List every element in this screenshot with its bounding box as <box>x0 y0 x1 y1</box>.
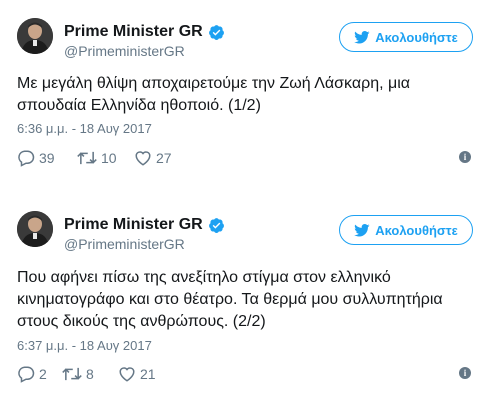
user-handle[interactable]: @PrimeministerGR <box>64 43 185 59</box>
like-count: 27 <box>156 150 172 166</box>
info-icon[interactable]: i <box>459 367 471 379</box>
follow-button[interactable]: Ακολουθήστε <box>339 22 473 52</box>
retweet-icon <box>77 151 97 165</box>
follow-button-label: Ακολουθήστε <box>375 29 458 45</box>
reply-count: 39 <box>39 150 55 166</box>
tweet-actions: 39 10 27 i <box>17 148 471 168</box>
verified-badge-icon <box>208 24 224 40</box>
heart-icon <box>135 151 151 166</box>
avatar[interactable] <box>17 18 53 54</box>
follow-button[interactable]: Ακολουθήστε <box>339 215 473 245</box>
retweet-count: 10 <box>101 150 117 166</box>
tweet-actions: 2 8 21 i <box>17 364 471 384</box>
twitter-bird-icon <box>354 223 370 236</box>
retweet-action[interactable]: 8 <box>62 365 118 383</box>
display-name[interactable]: Prime Minister GR <box>64 23 225 41</box>
tweet-card: Prime Minister GR @PrimeministerGR Ακολο… <box>0 0 493 180</box>
like-count: 21 <box>140 366 156 382</box>
avatar[interactable] <box>17 211 53 247</box>
avatar-photo-icon <box>17 211 53 247</box>
user-handle[interactable]: @PrimeministerGR <box>64 236 185 252</box>
display-name[interactable]: Prime Minister GR <box>64 216 225 234</box>
reply-count: 2 <box>39 366 47 382</box>
reply-action[interactable]: 39 <box>17 149 77 167</box>
follow-button-label: Ακολουθήστε <box>375 222 458 238</box>
reply-icon <box>18 366 35 383</box>
like-action[interactable]: 27 <box>134 149 172 167</box>
tweet-text: Που αφήνει πίσω της ανεξίτηλο στίγμα στο… <box>17 269 443 330</box>
tweet-text: Με μεγάλη θλίψη αποχαιρετούμε την Ζωή Λά… <box>17 75 410 114</box>
reply-action[interactable]: 2 <box>17 365 62 383</box>
avatar-photo-icon <box>17 18 53 54</box>
retweet-count: 8 <box>86 366 94 382</box>
retweet-icon <box>62 367 82 381</box>
verified-badge-icon <box>208 217 224 233</box>
twitter-bird-icon <box>354 30 370 43</box>
tweet-timestamp[interactable]: 6:37 μ.μ. - 18 Αυγ 2017 <box>17 338 152 353</box>
reply-icon <box>18 150 35 167</box>
tweet-card: Prime Minister GR @PrimeministerGR Ακολο… <box>0 180 493 406</box>
tweet-timestamp[interactable]: 6:36 μ.μ. - 18 Αυγ 2017 <box>17 121 152 136</box>
retweet-action[interactable]: 10 <box>77 149 134 167</box>
display-name-text[interactable]: Prime Minister GR <box>64 23 203 41</box>
info-icon[interactable]: i <box>459 151 471 163</box>
display-name-text[interactable]: Prime Minister GR <box>64 216 203 234</box>
heart-icon <box>119 367 135 382</box>
like-action[interactable]: 21 <box>118 365 156 383</box>
